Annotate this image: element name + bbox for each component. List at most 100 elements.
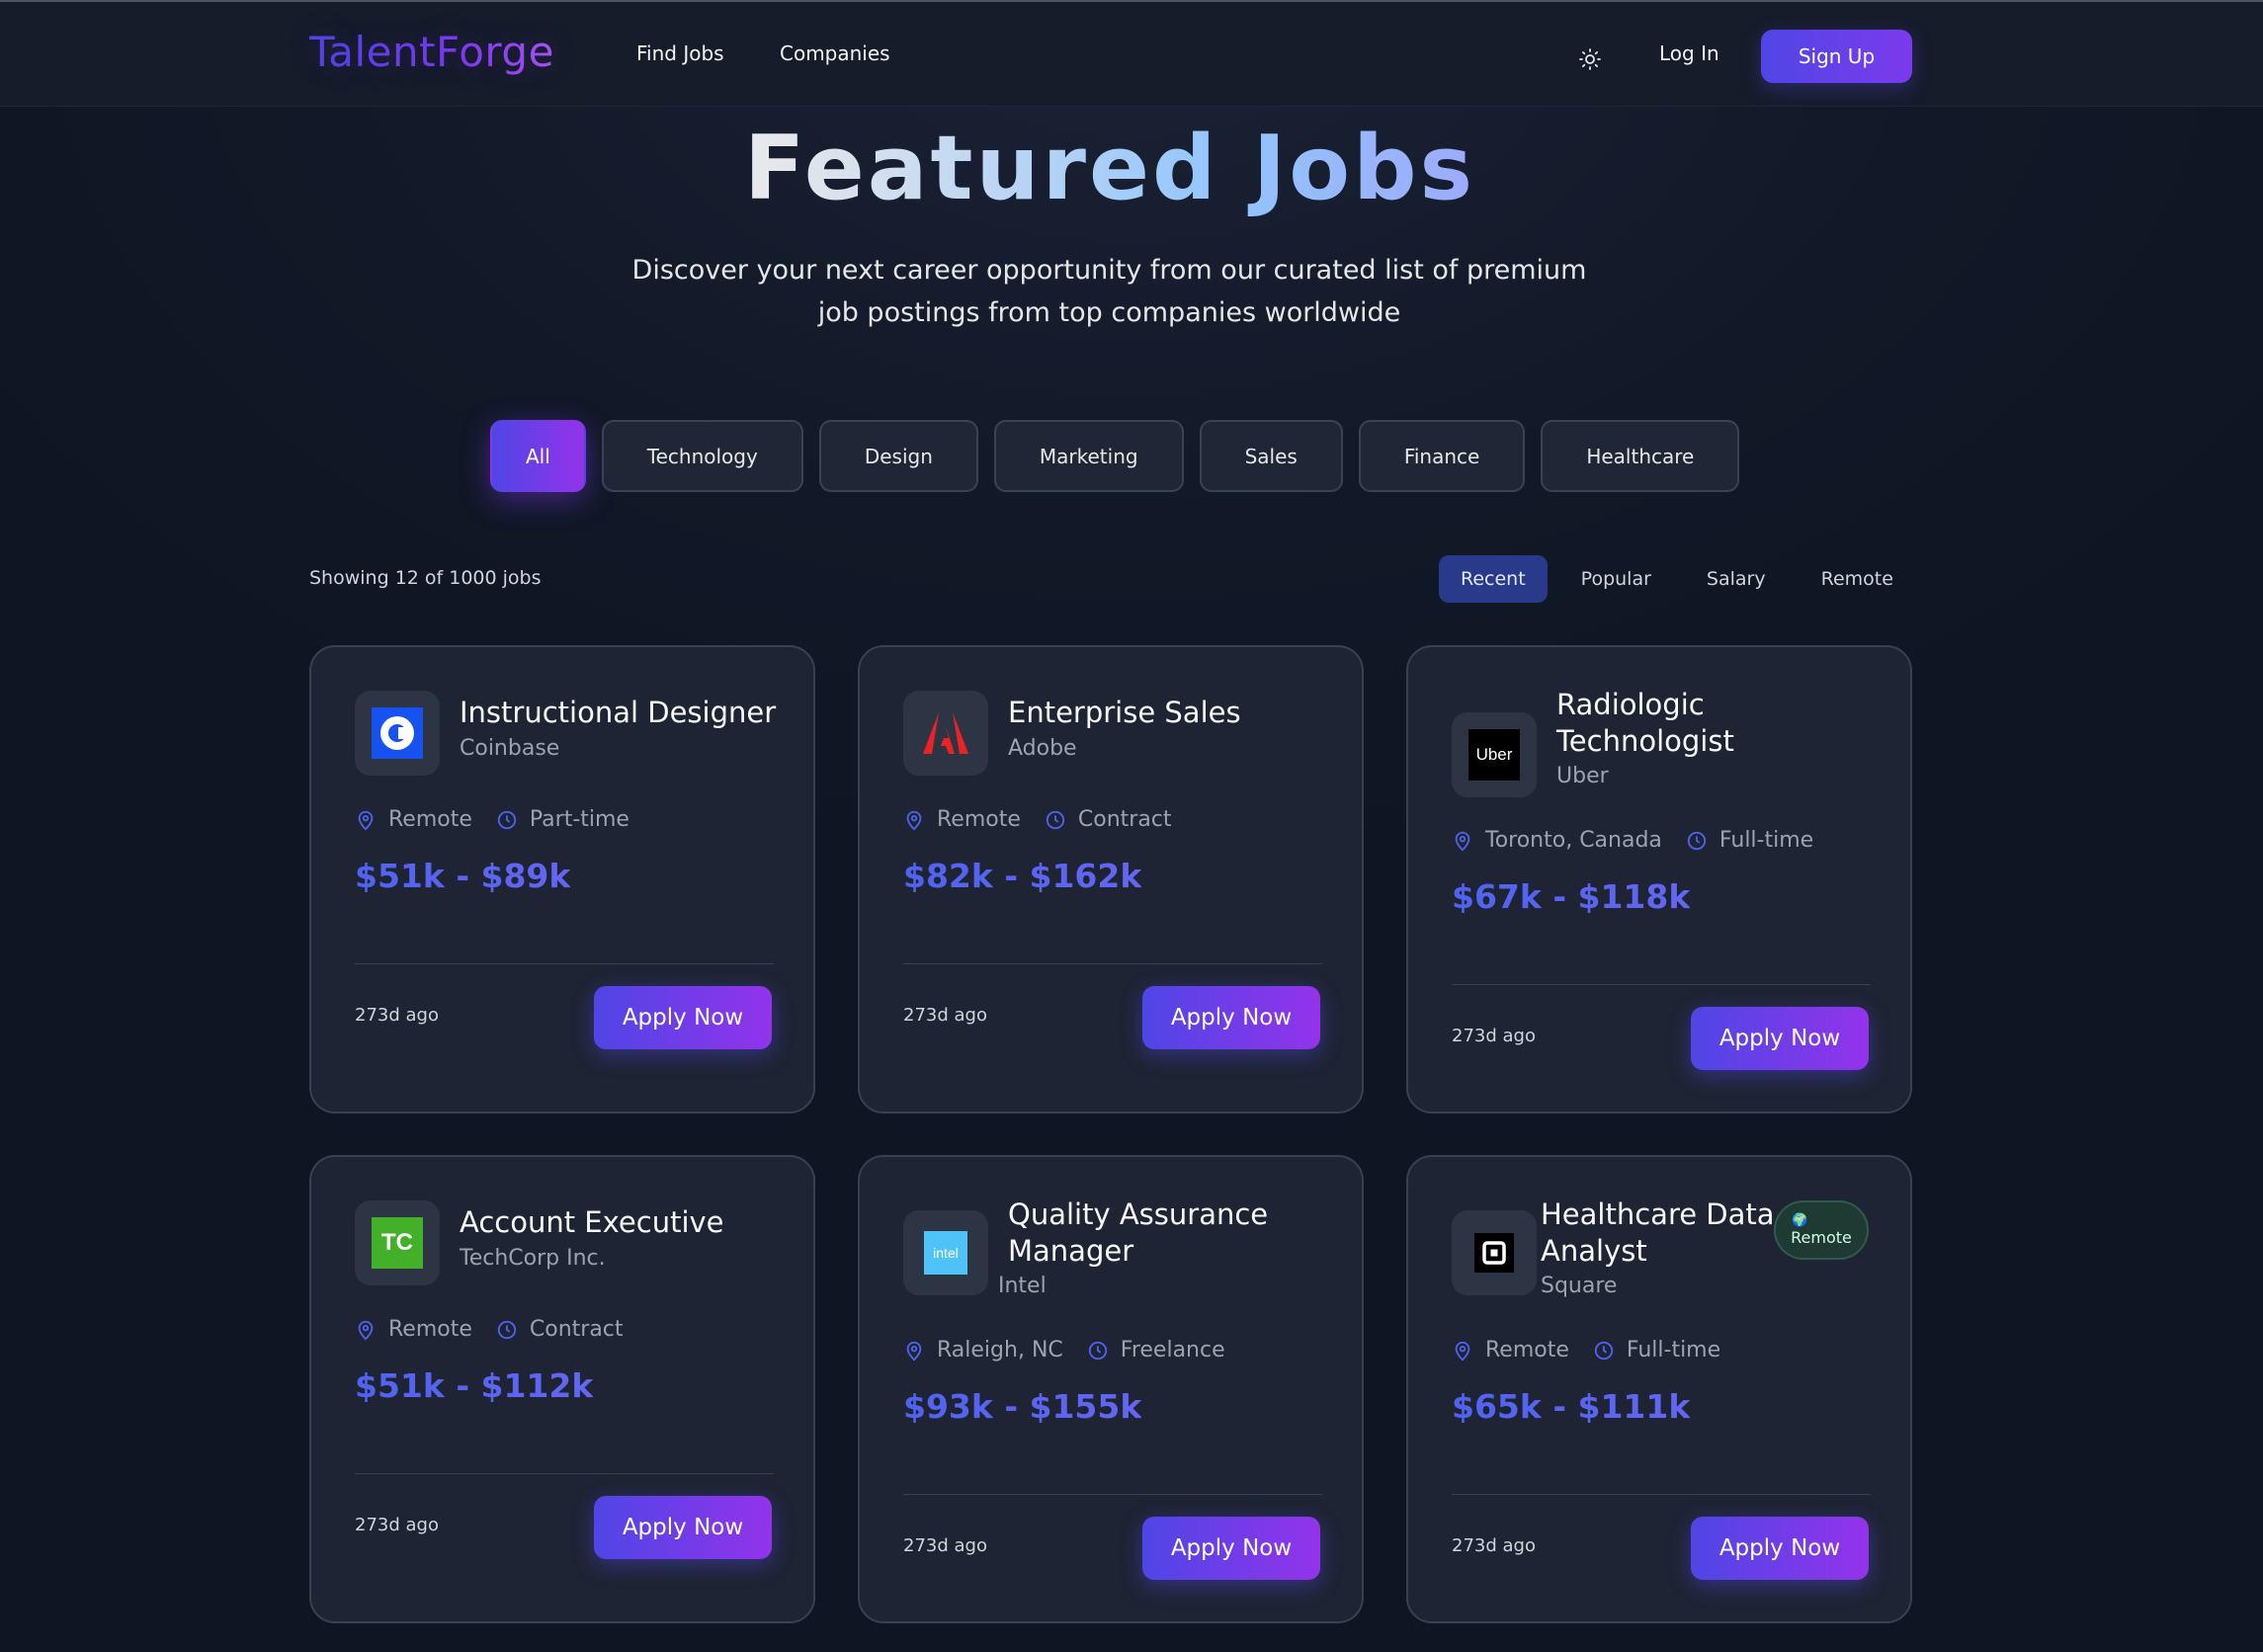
job-type: Part-time xyxy=(529,807,629,832)
location-pin-icon xyxy=(1452,1340,1473,1362)
apply-now-button[interactable]: Apply Now xyxy=(1142,986,1320,1049)
job-title[interactable]: Quality Assurance Manager xyxy=(1008,1197,1334,1270)
job-type: Full-time xyxy=(1626,1338,1721,1363)
job-meta: Remote Part-time xyxy=(355,807,629,832)
company-logo: Uber xyxy=(1452,712,1537,797)
job-meta: Remote Contract xyxy=(355,1317,624,1342)
uber-logo-icon: Uber xyxy=(1468,729,1520,781)
filter-chip-design[interactable]: Design xyxy=(818,420,978,492)
page-title: Featured Jobs xyxy=(0,117,2220,220)
clock-icon xyxy=(496,1319,518,1341)
globe-icon: 🌍 xyxy=(1792,1212,1808,1228)
nav-companies[interactable]: Companies xyxy=(780,41,890,65)
job-card[interactable]: intel Quality Assurance Manager Intel Ra… xyxy=(858,1155,1364,1623)
job-title[interactable]: Healthcare Data Analyst xyxy=(1541,1197,1788,1270)
posted-time: 273d ago xyxy=(1452,1535,1536,1556)
job-location: Remote xyxy=(388,807,472,832)
remote-badge: 🌍 Remote xyxy=(1774,1200,1869,1260)
card-divider xyxy=(355,963,774,964)
card-divider xyxy=(355,1473,774,1474)
salary-range: $93k - $155k xyxy=(903,1387,1142,1426)
job-card[interactable]: Healthcare Data Analyst Square 🌍 Remote … xyxy=(1406,1155,1912,1623)
job-type: Contract xyxy=(529,1317,624,1342)
job-card[interactable]: Enterprise Sales Adobe Remote Contract $… xyxy=(858,645,1364,1114)
sort-recent[interactable]: Recent xyxy=(1439,555,1548,603)
salary-range: $67k - $118k xyxy=(1452,877,1691,916)
job-type: Full-time xyxy=(1718,828,1814,853)
card-divider xyxy=(903,963,1322,964)
sort-remote[interactable]: Remote xyxy=(1800,555,1915,603)
company-name: Adobe xyxy=(1008,736,1077,761)
posted-time: 273d ago xyxy=(903,1535,987,1556)
company-logo xyxy=(1452,1210,1537,1295)
subtitle-line-2: job postings from top companies worldwid… xyxy=(817,297,1401,328)
top-navbar: TalentForge Find Jobs Companies Log In S… xyxy=(0,2,2263,107)
apply-now-button[interactable]: Apply Now xyxy=(1691,1517,1869,1580)
posted-time: 273d ago xyxy=(1452,1026,1536,1046)
nav-find-jobs[interactable]: Find Jobs xyxy=(636,41,724,65)
clock-icon xyxy=(1686,830,1708,852)
job-location: Remote xyxy=(937,807,1021,832)
job-card[interactable]: Instructional Designer Coinbase Remote P… xyxy=(309,645,815,1114)
company-name: Uber xyxy=(1556,764,1609,788)
posted-time: 273d ago xyxy=(903,1005,987,1026)
job-type: Freelance xyxy=(1120,1338,1225,1363)
job-location: Toronto, Canada xyxy=(1485,828,1662,853)
sort-tabs: Recent Popular Salary Remote xyxy=(1439,555,1915,603)
company-name: Intel xyxy=(998,1274,1047,1298)
job-meta: Remote Full-time xyxy=(1452,1338,1720,1363)
location-pin-icon xyxy=(355,1319,377,1341)
category-filter-bar: All Technology Design Marketing Sales Fi… xyxy=(490,420,1740,492)
job-card[interactable]: Uber Radiologic Technologist Uber Toront… xyxy=(1406,645,1912,1114)
job-meta: Remote Contract xyxy=(903,807,1172,832)
job-location: Raleigh, NC xyxy=(937,1338,1063,1363)
job-meta: Raleigh, NC Freelance xyxy=(903,1338,1225,1363)
filter-chip-healthcare[interactable]: Healthcare xyxy=(1541,420,1740,492)
job-card[interactable]: TC Account Executive TechCorp Inc. Remot… xyxy=(309,1155,815,1623)
subtitle-line-1: Discover your next career opportunity fr… xyxy=(631,255,1587,286)
sun-icon xyxy=(1579,48,1601,70)
company-name: TechCorp Inc. xyxy=(460,1246,606,1271)
filter-chip-finance[interactable]: Finance xyxy=(1358,420,1526,492)
job-title[interactable]: Account Executive xyxy=(460,1204,786,1241)
signup-button[interactable]: Sign Up xyxy=(1761,30,1912,83)
page-subtitle: Discover your next career opportunity fr… xyxy=(613,249,1606,334)
results-count: Showing 12 of 1000 jobs xyxy=(309,567,542,589)
login-link[interactable]: Log In xyxy=(1659,41,1719,65)
coinbase-logo-icon xyxy=(372,707,423,759)
location-pin-icon xyxy=(903,1340,925,1362)
apply-now-button[interactable]: Apply Now xyxy=(594,986,772,1049)
techcrunch-logo-icon: TC xyxy=(372,1217,423,1269)
filter-chip-marketing[interactable]: Marketing xyxy=(993,420,1184,492)
clock-icon xyxy=(1087,1340,1109,1362)
company-logo: intel xyxy=(903,1210,988,1295)
location-pin-icon xyxy=(355,809,377,831)
company-name: Square xyxy=(1541,1274,1618,1298)
filter-chip-sales[interactable]: Sales xyxy=(1199,420,1343,492)
location-pin-icon xyxy=(903,809,925,831)
theme-toggle-button[interactable] xyxy=(1573,42,1607,76)
sort-salary[interactable]: Salary xyxy=(1685,555,1788,603)
clock-icon xyxy=(496,809,518,831)
salary-range: $65k - $111k xyxy=(1452,1387,1691,1426)
job-title[interactable]: Enterprise Sales xyxy=(1008,695,1334,731)
posted-time: 273d ago xyxy=(355,1515,439,1535)
filter-chip-technology[interactable]: Technology xyxy=(601,420,803,492)
job-title[interactable]: Radiologic Technologist xyxy=(1556,687,1883,760)
card-divider xyxy=(903,1494,1322,1495)
posted-time: 273d ago xyxy=(355,1005,439,1026)
intel-logo-icon: intel xyxy=(924,1231,967,1275)
brand-logo[interactable]: TalentForge xyxy=(309,28,554,76)
apply-now-button[interactable]: Apply Now xyxy=(1142,1517,1320,1580)
sort-popular[interactable]: Popular xyxy=(1559,555,1673,603)
adobe-logo-icon xyxy=(919,706,972,760)
job-location: Remote xyxy=(1485,1338,1569,1363)
salary-range: $51k - $112k xyxy=(355,1366,594,1405)
filter-chip-all[interactable]: All xyxy=(490,420,586,492)
apply-now-button[interactable]: Apply Now xyxy=(1691,1007,1869,1070)
apply-now-button[interactable]: Apply Now xyxy=(594,1496,772,1559)
location-pin-icon xyxy=(1452,830,1473,852)
company-name: Coinbase xyxy=(460,736,560,761)
job-title[interactable]: Instructional Designer xyxy=(460,695,786,731)
company-logo: TC xyxy=(355,1200,440,1285)
